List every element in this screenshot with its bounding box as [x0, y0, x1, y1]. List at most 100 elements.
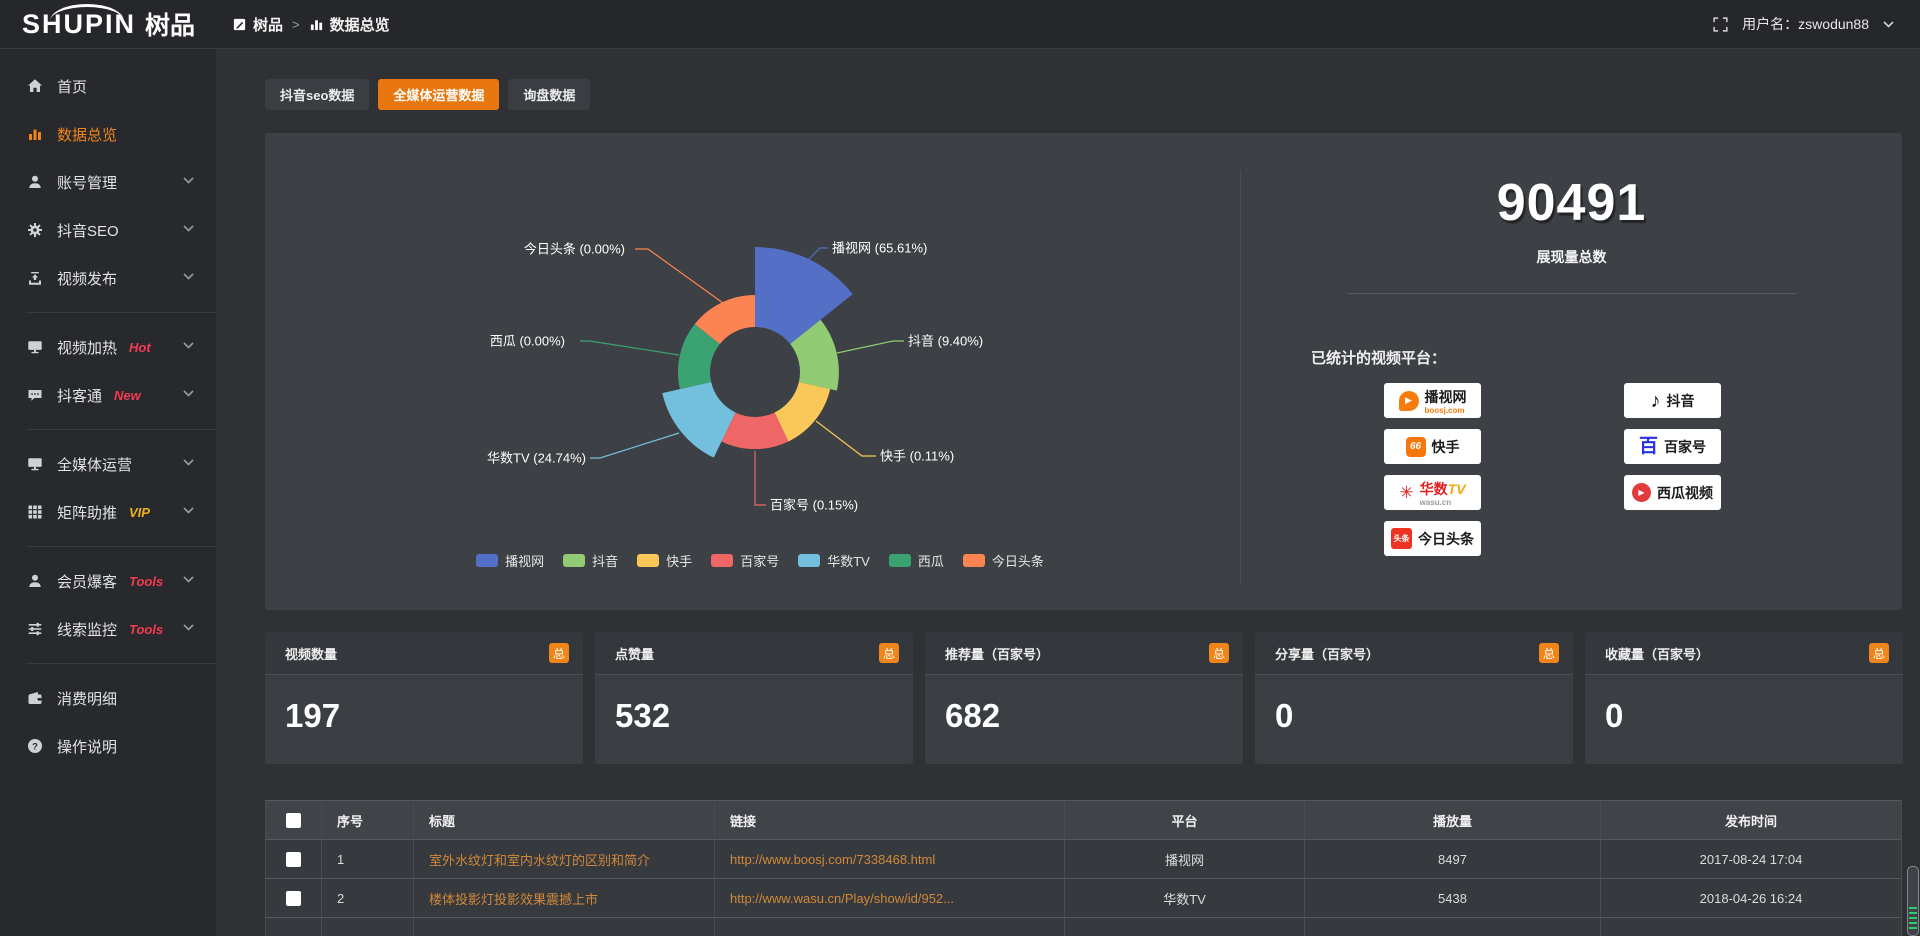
sidebar-item-label: 首页 [57, 76, 87, 97]
chevron-down-icon [183, 507, 194, 514]
kuaishou-logo-icon: 66 [1406, 437, 1426, 457]
platform-badge-抖音: ♪抖音 [1624, 383, 1721, 418]
breadcrumb-item[interactable]: 树品 [232, 14, 283, 35]
sidebar-divider [26, 312, 216, 313]
chart-icon [27, 126, 43, 142]
pie-label-line [580, 341, 679, 355]
legend-item-播视网[interactable]: 播视网 [476, 551, 544, 570]
sidebar-item-全媒体运营[interactable]: 全媒体运营 [0, 440, 216, 488]
sidebar-item-label: 视频发布 [57, 268, 117, 289]
table-cell: 1 [321, 840, 413, 879]
sidebar-item-线索监控[interactable]: 线索监控Tools [0, 605, 216, 653]
video-table: 序号标题链接平台播放量发布时间1室外水纹灯和室内水纹灯的区别和简介http://… [265, 800, 1902, 936]
legend-swatch [637, 554, 659, 567]
row-checkbox[interactable] [286, 852, 301, 867]
platform-badge-华数TV: ✳华数TVwasu.cn [1384, 475, 1481, 510]
total-badge: 总 [1539, 643, 1559, 663]
total-impressions-value: 90491 [1241, 173, 1902, 233]
video-url-link [714, 918, 1064, 936]
chevron-down-icon[interactable] [1883, 21, 1894, 28]
pie-label: 快手 (0.11%) [880, 449, 954, 464]
tab-全媒体运营数据[interactable]: 全媒体运营数据 [378, 79, 499, 110]
sidebar-item-操作说明[interactable]: ?操作说明 [0, 722, 216, 770]
video-url-link[interactable]: http://www.wasu.cn/Play/show/id/952... [714, 879, 1064, 918]
sidebar: 首页数据总览账号管理抖音SEO 视频发布视频加热Hot抖客通New 全媒体运营矩阵助… [0, 48, 216, 936]
stat-card-title: 分享量（百家号） [1275, 644, 1379, 663]
stat-card-收藏量（百家号）: 收藏量（百家号）总0 [1585, 632, 1903, 764]
stat-card-分享量（百家号）: 分享量（百家号）总0 [1255, 632, 1573, 764]
stat-card-title: 点赞量 [615, 644, 654, 663]
tab-询盘数据[interactable]: 询盘数据 [508, 79, 590, 110]
monitor-icon [27, 339, 43, 355]
table-cell: 2017-08-24 17:04 [1600, 840, 1902, 879]
sidebar-item-账号管理[interactable]: 账号管理 [0, 158, 216, 206]
member-icon [27, 573, 43, 589]
legend-item-今日头条[interactable]: 今日头条 [963, 551, 1044, 570]
sidebar-item-label: 会员爆客 [57, 571, 117, 592]
stat-card-title: 视频数量 [285, 644, 337, 663]
legend-label: 西瓜 [918, 551, 944, 570]
topbar-right: 用户名：zswodun88 [1713, 0, 1894, 48]
logo-text: SHUPIN [22, 9, 136, 40]
stat-card-点赞量: 点赞量总532 [595, 632, 913, 764]
platform-name: 抖音 [1667, 391, 1695, 411]
publish-icon [27, 270, 43, 286]
chart-legend: 播视网抖音快手百家号华数TV 西瓜今日头条 [265, 551, 1255, 570]
video-title-link[interactable]: 楼体投影灯投影效果震撼上市 [413, 879, 714, 918]
sidebar-item-抖客通[interactable]: 抖客通New [0, 371, 216, 419]
platform-sub: wasu.cn [1420, 499, 1452, 507]
table-cell: 2018-04-26 16:24 [1600, 879, 1902, 918]
doc-icon [232, 17, 247, 32]
stat-card-视频数量: 视频数量总197 [265, 632, 583, 764]
pie-label-line [816, 421, 876, 456]
legend-item-百家号[interactable]: 百家号 [711, 551, 779, 570]
fullscreen-icon[interactable] [1713, 17, 1728, 32]
sidebar-divider [26, 546, 216, 547]
sidebar-item-矩阵助推[interactable]: 矩阵助推VIP [0, 488, 216, 536]
total-badge: 总 [1209, 643, 1229, 663]
sidebar-item-首页[interactable]: 首页 [0, 62, 216, 110]
select-all-checkbox[interactable] [286, 813, 301, 828]
sidebar-item-抖音SEO[interactable]: 抖音SEO [0, 206, 216, 254]
platforms-title: 已统计的视频平台： [1311, 347, 1446, 368]
sidebar-item-会员爆客[interactable]: 会员爆客Tools [0, 557, 216, 605]
legend-item-华数TV[interactable]: 华数TV [798, 551, 870, 570]
pie-slice-华数TV[interactable] [662, 382, 735, 458]
gear-icon [27, 222, 43, 238]
video-url-link[interactable]: http://www.boosj.com/7338468.html [714, 840, 1064, 879]
sidebar-item-label: 矩阵助推 [57, 502, 117, 523]
column-header-链接: 链接 [714, 800, 1064, 840]
tab-抖音seo数据[interactable]: 抖音seo数据 [265, 79, 369, 110]
sidebar-item-数据总览[interactable]: 数据总览 [0, 110, 216, 158]
sidebar-item-视频加热[interactable]: 视频加热Hot [0, 323, 216, 371]
sidebar-item-label: 视频加热 [57, 337, 117, 358]
legend-item-西瓜[interactable]: 西瓜 [889, 551, 944, 570]
video-title-link [413, 918, 714, 936]
total-badge: 总 [879, 643, 899, 663]
chevron-down-icon [183, 342, 194, 349]
platform-name: 西瓜视频 [1657, 483, 1713, 503]
wasu-logo-icon: ✳ [1399, 484, 1413, 502]
scrollbar-thumb[interactable] [1907, 866, 1919, 936]
legend-swatch [798, 554, 820, 567]
column-header-序号: 序号 [321, 800, 413, 840]
sidebar-item-消费明细[interactable]: 消费明细 [0, 674, 216, 722]
breadcrumb-separator: > [292, 17, 300, 32]
pie-slice-播视网[interactable] [755, 247, 853, 344]
legend-label: 播视网 [505, 551, 544, 570]
dashboard-root: SHUPIN 树品 树品>数据总览 用户名：zswodun88 首页数据总览账号… [0, 0, 1920, 936]
sidebar-item-label: 线索监控 [57, 619, 117, 640]
username-label[interactable]: 用户名：zswodun88 [1742, 14, 1869, 34]
breadcrumb-label: 树品 [253, 14, 283, 35]
sidebar-divider [26, 429, 216, 430]
pie-label: 华数TV (24.74%) [487, 451, 586, 466]
column-header-播放量: 播放量 [1304, 800, 1600, 840]
video-title-link[interactable]: 室外水纹灯和室内水纹灯的区别和简介 [413, 840, 714, 879]
table-cell [321, 918, 413, 936]
sidebar-item-label: 全媒体运营 [57, 454, 132, 475]
sidebar-item-视频发布[interactable]: 视频发布 [0, 254, 216, 302]
legend-item-快手[interactable]: 快手 [637, 551, 692, 570]
legend-item-抖音[interactable]: 抖音 [563, 551, 618, 570]
row-checkbox[interactable] [286, 891, 301, 906]
breadcrumb-item[interactable]: 数据总览 [309, 14, 390, 35]
